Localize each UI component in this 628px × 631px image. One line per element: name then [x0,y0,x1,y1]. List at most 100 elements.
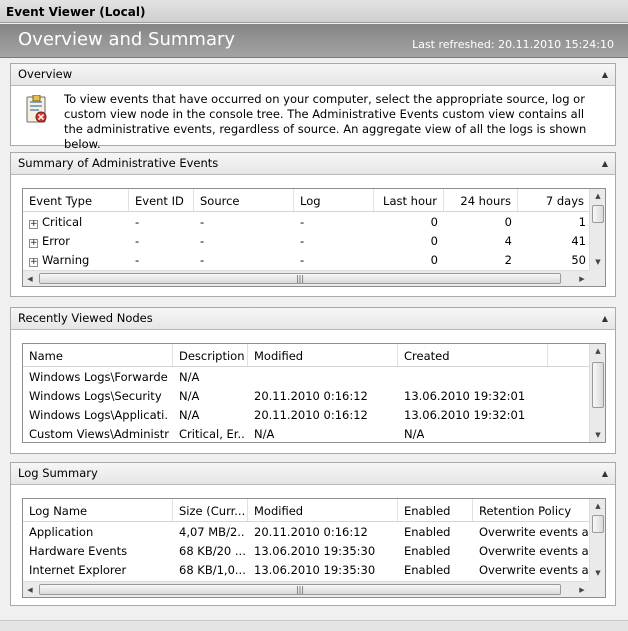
collapse-icon[interactable]: ▲ [602,314,608,323]
recent-node-row[interactable]: Windows Logs\Security N/A 20.11.2010 0:1… [23,387,591,406]
vertical-scrollbar[interactable]: ▲ ▼ [589,189,605,270]
recent-node-row[interactable]: Windows Logs\Forwarde... N/A [23,368,591,387]
scroll-corner [589,270,605,286]
source: - [200,234,205,248]
log-summary-row[interactable]: Internet Explorer 68 KB/1,0... 13.06.201… [23,561,591,580]
last-refreshed-label: Last refreshed: 20.11.2010 15:24:10 [412,38,614,51]
recent-nodes-table-body: Windows Logs\Forwarde... N/A Windows Log… [23,368,591,442]
scroll-down-icon[interactable]: ▼ [590,255,605,269]
scroll-down-icon[interactable]: ▼ [590,566,605,580]
horizontal-scrollbar[interactable]: ◀ ||| ▶ [23,581,591,597]
node-description: Critical, Er... [179,427,245,441]
node-created: 13.06.2010 19:32:01 [404,389,526,403]
log-size: 68 KB/20 ... [179,544,245,558]
log-enabled: Enabled [404,525,451,539]
summary-row-error[interactable]: + Error - - - 0 4 41 [23,232,591,251]
expand-icon[interactable]: + [29,239,38,248]
column-header-7-days[interactable]: 7 days [518,189,591,211]
column-header-modified[interactable]: Modified [248,499,398,521]
collapse-icon[interactable]: ▲ [602,469,608,478]
log-enabled: Enabled [404,544,451,558]
page-title: Overview and Summary [18,29,236,50]
recent-node-row[interactable]: Custom Views\Administr... Critical, Er..… [23,425,591,442]
collapse-icon[interactable]: ▲ [602,70,608,79]
node-name: Custom Views\Administr... [29,427,169,441]
scroll-up-icon[interactable]: ▲ [590,499,605,513]
column-header-name[interactable]: Name [23,344,173,366]
7-days-count: 41 [571,234,586,248]
24-hours-count: 0 [504,215,512,229]
column-header-log-name[interactable]: Log Name [23,499,173,521]
vertical-scrollbar[interactable]: ▲ ▼ [589,344,605,442]
log-summary-row[interactable]: Application 4,07 MB/2... 20.11.2010 0:16… [23,523,591,542]
expand-icon[interactable]: + [29,258,38,267]
summary-table-body: + Critical - - - 0 0 1 + Error - - - 0 4 4… [23,213,591,270]
log: - [300,234,305,248]
summary-table: Event Type Event ID Source Log Last hour… [22,188,606,287]
7-days-count: 50 [571,253,586,267]
column-header-modified[interactable]: Modified [248,344,398,366]
scroll-up-icon[interactable]: ▲ [590,189,605,203]
summary-section-header[interactable]: Summary of Administrative Events ▲ [11,153,615,175]
node-modified: 20.11.2010 0:16:12 [254,408,368,422]
column-header-source[interactable]: Source [194,189,294,211]
source: - [200,215,205,229]
column-header-24-hours[interactable]: 24 hours [444,189,518,211]
node-created: N/A [404,427,425,441]
scroll-grip-icon: ||| [295,585,305,594]
summary-row-warning[interactable]: + Warning - - - 0 2 50 [23,251,591,270]
scroll-left-icon[interactable]: ◀ [23,271,37,286]
last-hour-count: 0 [430,253,438,267]
scroll-up-icon[interactable]: ▲ [590,344,605,358]
recent-nodes-table-header: Name Description Modified Created [23,344,591,367]
log-summary-section-header[interactable]: Log Summary ▲ [11,463,615,485]
window-title: Event Viewer (Local) [6,5,146,19]
scroll-thumb[interactable]: ||| [39,584,561,595]
summary-section: Summary of Administrative Events ▲ Event… [10,152,616,297]
scroll-right-icon[interactable]: ▶ [575,271,589,286]
vertical-scrollbar[interactable]: ▲ ▼ [589,499,605,581]
column-header-enabled[interactable]: Enabled [398,499,473,521]
scroll-down-icon[interactable]: ▼ [590,428,605,442]
log-size: 4,07 MB/2... [179,525,245,539]
column-header-size[interactable]: Size (Curr... [173,499,248,521]
summary-row-critical[interactable]: + Critical - - - 0 0 1 [23,213,591,232]
event-type: Critical [42,215,83,229]
scroll-thumb[interactable] [592,515,604,533]
log-modified: 13.06.2010 19:35:30 [254,544,376,558]
overview-section-header[interactable]: Overview ▲ [11,64,615,86]
page-header: Overview and Summary Last refreshed: 20.… [0,24,628,58]
column-header-event-id[interactable]: Event ID [129,189,194,211]
7-days-count: 1 [578,215,586,229]
overview-section: Overview ▲ To view events that have occu… [10,63,616,151]
horizontal-scrollbar[interactable]: ◀ ||| ▶ [23,270,591,286]
node-description: N/A [179,370,200,384]
column-header-description[interactable]: Description [173,344,248,366]
scroll-thumb[interactable] [592,362,604,408]
scroll-thumb[interactable]: ||| [39,273,561,284]
expand-icon[interactable]: + [29,220,38,229]
column-header-log[interactable]: Log [294,189,374,211]
node-modified: 20.11.2010 0:16:12 [254,389,368,403]
column-header-created[interactable]: Created [398,344,548,366]
collapse-icon[interactable]: ▲ [602,159,608,168]
scroll-left-icon[interactable]: ◀ [23,582,37,597]
log: - [300,253,305,267]
log-summary-row[interactable]: Hardware Events 68 KB/20 ... 13.06.2010 … [23,542,591,561]
scroll-right-icon[interactable]: ▶ [575,582,589,597]
log-retention-policy: Overwrite events as n [479,563,591,577]
24-hours-count: 4 [504,234,512,248]
recent-node-row[interactable]: Windows Logs\Applicati... N/A 20.11.2010… [23,406,591,425]
log-summary-table-header: Log Name Size (Curr... Modified Enabled … [23,499,591,522]
column-header-last-hour[interactable]: Last hour [374,189,444,211]
column-header-event-type[interactable]: Event Type [23,189,129,211]
recent-nodes-table: Name Description Modified Created Window… [22,343,606,443]
recent-nodes-section-header[interactable]: Recently Viewed Nodes ▲ [11,308,615,330]
last-hour-count: 0 [430,234,438,248]
summary-section-title: Summary of Administrative Events [18,156,219,170]
log-name: Hardware Events [29,544,128,558]
scroll-thumb[interactable] [592,205,604,223]
source: - [200,253,205,267]
column-header-retention-policy[interactable]: Retention Policy [473,499,591,521]
log-retention-policy: Overwrite events as n [479,525,591,539]
